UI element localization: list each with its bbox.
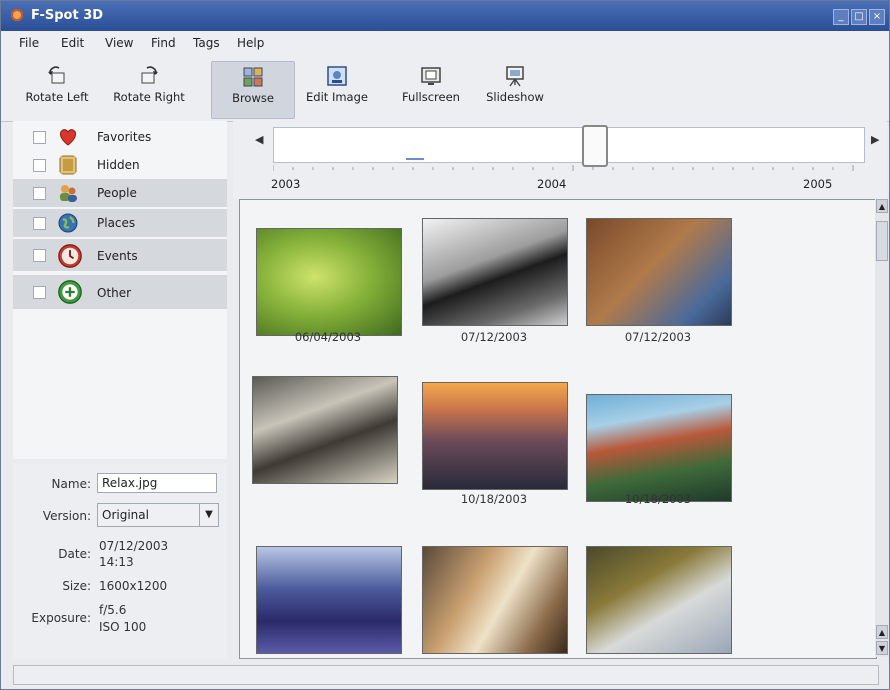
version-value: Original — [102, 508, 149, 522]
photo-thumbnail[interactable] — [256, 228, 402, 336]
edit-image-icon — [327, 66, 347, 86]
size-label: Size: — [62, 579, 91, 593]
photo-info-panel: Name: Relax.jpg Version: Original ▼ Date… — [13, 463, 227, 659]
size-value: 1600x1200 — [99, 579, 168, 593]
timeline-year: 2004 — [537, 177, 567, 191]
slideshow-button[interactable]: Slideshow — [477, 61, 553, 117]
clock-icon — [58, 244, 82, 268]
time-value: 14:13 — [99, 555, 134, 569]
tag-checkbox[interactable] — [33, 249, 46, 262]
rotate-right-button[interactable]: Rotate Right — [105, 61, 193, 117]
timeline-bar — [406, 158, 424, 160]
menu-tags[interactable]: Tags — [193, 36, 220, 50]
photo-thumbnail[interactable] — [586, 546, 732, 654]
photo-thumbnail[interactable] — [422, 382, 568, 490]
fullscreen-button[interactable]: Fullscreen — [391, 61, 471, 117]
photo-date: 10/18/2003 — [460, 492, 528, 506]
window-title: F-Spot 3D — [31, 8, 104, 23]
scroll-up-icon[interactable]: ▲ — [876, 625, 888, 639]
iso-value: ISO 100 — [99, 620, 147, 634]
status-bar — [13, 665, 879, 685]
scrollbar-thumb[interactable] — [876, 221, 888, 261]
photo-date: 10/18/2003 — [624, 492, 692, 506]
rotate-right-icon — [141, 66, 158, 84]
menu-edit[interactable]: Edit — [61, 36, 84, 50]
photo-thumbnail[interactable] — [252, 376, 398, 484]
tag-checkbox[interactable] — [33, 217, 46, 230]
chevron-down-icon: ▼ — [199, 504, 218, 526]
slideshow-icon — [506, 66, 524, 87]
photo-thumbnail[interactable] — [422, 218, 568, 326]
aperture-value: f/5.6 — [99, 603, 127, 617]
fspot-window: F-Spot 3D _ □ × File Edit View Find Tags… — [0, 0, 890, 690]
timeline-right-arrow-icon[interactable]: ▶ — [871, 133, 879, 146]
tag-sidebar: Favorites Hidden People Places Events Ot… — [13, 121, 227, 459]
timeline-year: 2003 — [271, 177, 301, 191]
edit-image-button[interactable]: Edit Image — [299, 61, 375, 117]
globe-icon — [58, 213, 78, 233]
maximize-button[interactable]: □ — [851, 9, 867, 25]
tag-checkbox[interactable] — [33, 131, 46, 144]
photo-thumbnail[interactable] — [422, 546, 568, 654]
photo-date: 07/12/2003 — [460, 330, 528, 344]
tag-places[interactable]: Places — [13, 209, 227, 237]
date-value: 07/12/2003 — [99, 539, 169, 553]
photo-thumbnail[interactable] — [586, 394, 732, 502]
version-select[interactable]: Original ▼ — [97, 503, 219, 527]
tag-checkbox[interactable] — [33, 159, 46, 172]
tag-other[interactable]: Other — [13, 275, 227, 309]
scroll-up-icon[interactable]: ▲ — [876, 199, 888, 213]
fullscreen-icon — [421, 67, 441, 85]
photo-thumbnail[interactable] — [586, 218, 732, 326]
menu-help[interactable]: Help — [237, 36, 264, 50]
version-label: Version: — [42, 509, 91, 523]
photo-date: 06/04/2003 — [294, 330, 362, 344]
heart-icon — [59, 129, 77, 146]
rotate-left-icon — [48, 66, 65, 84]
hidden-icon — [59, 155, 77, 175]
close-button[interactable]: × — [869, 9, 885, 25]
people-icon — [60, 185, 77, 202]
scroll-down-icon[interactable]: ▼ — [876, 641, 888, 655]
photo-thumbnail[interactable] — [256, 546, 402, 654]
name-label: Name: — [51, 477, 91, 491]
toolbar: Rotate Left Rotate Right Browse Edit Ima… — [1, 57, 889, 122]
vertical-scrollbar[interactable]: ▲ ▲ ▼ — [875, 199, 889, 657]
menu-find[interactable]: Find — [151, 36, 176, 50]
browse-icon — [243, 67, 263, 87]
timeline[interactable]: ◀ ▶ 2003 2004 2005 — [233, 121, 887, 199]
tag-checkbox[interactable] — [33, 286, 46, 299]
timeline-track[interactable] — [273, 127, 865, 163]
menu-file[interactable]: File — [19, 36, 39, 50]
tag-checkbox[interactable] — [33, 187, 46, 200]
timeline-left-arrow-icon[interactable]: ◀ — [255, 133, 263, 146]
exposure-label: Exposure: — [31, 611, 91, 625]
photo-grid: 06/04/2003 07/12/2003 07/12/2003 10/18/2… — [239, 199, 877, 659]
rotate-left-button[interactable]: Rotate Left — [15, 61, 99, 117]
timeline-handle[interactable] — [582, 125, 608, 167]
photo-date: 07/12/2003 — [624, 330, 692, 344]
tag-people[interactable]: People — [13, 179, 227, 207]
minimize-button[interactable]: _ — [833, 9, 849, 25]
app-icon — [11, 9, 23, 21]
browse-button[interactable]: Browse — [211, 61, 295, 119]
tag-favorites[interactable]: Favorites — [13, 123, 227, 151]
timeline-ticks — [273, 165, 854, 171]
name-field[interactable]: Relax.jpg — [97, 473, 217, 493]
timeline-year: 2005 — [803, 177, 833, 191]
tag-events[interactable]: Events — [13, 239, 227, 271]
menu-view[interactable]: View — [105, 36, 133, 50]
title-bar: F-Spot 3D _ □ × — [1, 1, 889, 31]
menu-bar: File Edit View Find Tags Help — [1, 31, 889, 57]
date-label: Date: — [58, 547, 91, 561]
tag-hidden[interactable]: Hidden — [13, 151, 227, 179]
other-icon — [58, 280, 82, 304]
